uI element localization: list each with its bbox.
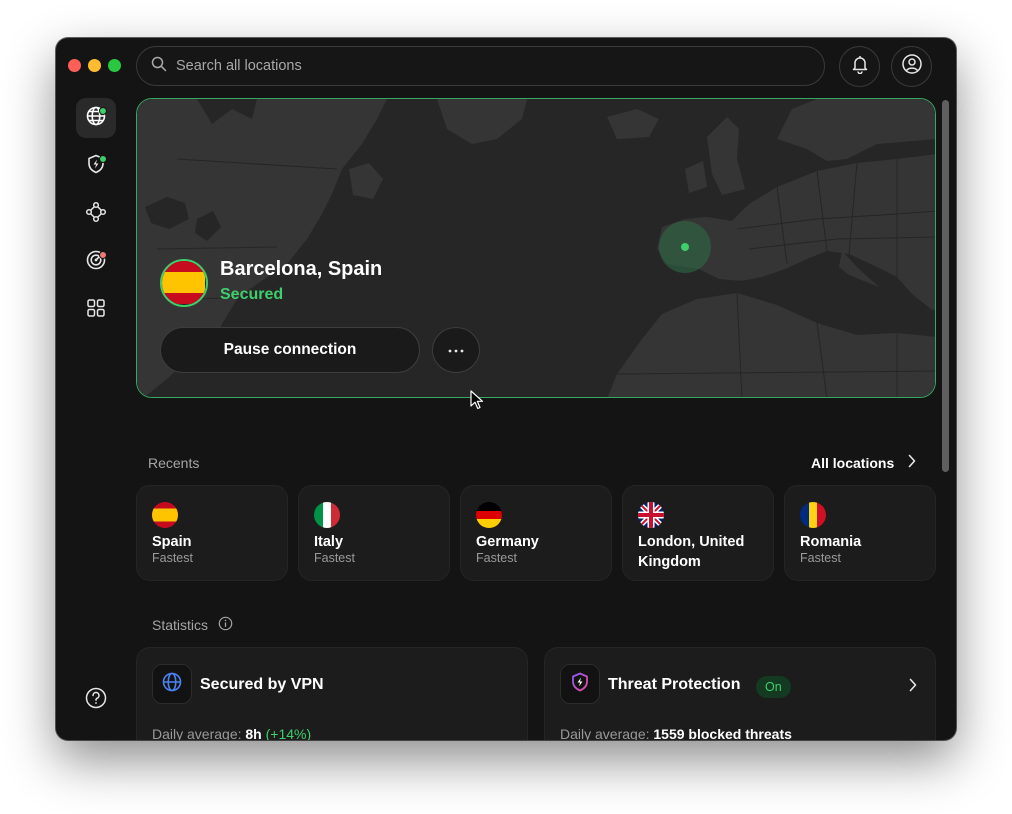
globe-icon [161, 671, 183, 698]
user-circle-icon [901, 53, 923, 80]
recent-location-card[interactable]: Romania Fastest [784, 485, 936, 581]
stat-title: Secured by VPN [200, 676, 324, 693]
recent-location-card[interactable]: London, United Kingdom [622, 485, 774, 581]
all-locations-label: All locations [811, 454, 895, 471]
alert-dot [99, 251, 107, 259]
help-button[interactable] [82, 684, 110, 712]
bell-icon [850, 54, 870, 79]
spain-flag-icon [152, 502, 178, 528]
stat-value: 8h [245, 726, 262, 740]
connected-location: Barcelona, Spain [220, 258, 383, 280]
status-badge: On [756, 676, 791, 698]
current-location-flag [160, 259, 208, 307]
scrollbar-thumb[interactable] [942, 100, 949, 472]
recent-location-sub: Fastest [314, 551, 355, 565]
recents-heading: Recents [148, 455, 200, 471]
recent-location-name: Romania [800, 534, 862, 550]
italy-flag-icon [314, 502, 340, 528]
account-button[interactable] [891, 46, 932, 87]
sidebar-item-vpn[interactable] [76, 98, 116, 138]
connection-card: Barcelona, Spain Secured Pause connectio… [136, 98, 936, 398]
status-dot [99, 107, 107, 115]
recent-location-sub: Fastest [476, 551, 517, 565]
recent-location-sub: Fastest [800, 551, 841, 565]
statistics-header: Statistics [152, 616, 233, 634]
sidebar-item-meshnet[interactable] [76, 194, 116, 234]
mesh-network-icon [85, 201, 107, 228]
recent-location-name: Spain [152, 534, 192, 550]
app-window: Barcelona, Spain Secured Pause connectio… [56, 38, 956, 740]
stat-icon-box [560, 664, 600, 704]
uk-flag-icon [638, 502, 664, 528]
sidebar-item-dark-web-monitor[interactable] [76, 242, 116, 282]
stat-delta: (+14%) [265, 726, 312, 740]
recent-location-card[interactable]: Germany Fastest [460, 485, 612, 581]
search-bar[interactable] [136, 46, 825, 86]
help-icon [82, 687, 110, 716]
stat-title: Threat Protection [608, 676, 741, 693]
stat-icon-box [152, 664, 192, 704]
germany-flag-icon [476, 502, 502, 528]
connection-status: Secured [220, 286, 284, 303]
stat-daily-average: Daily average: 1559 blocked threats [560, 726, 792, 740]
statistics-heading: Statistics [152, 617, 209, 633]
shield-bolt-icon [569, 671, 591, 698]
pause-connection-button[interactable]: Pause connection [160, 327, 420, 373]
minimize-window-button[interactable] [88, 59, 101, 72]
recent-location-card[interactable]: Spain Fastest [136, 485, 288, 581]
recent-location-name: Italy [314, 534, 344, 550]
stat-daily-average: Daily average: 8h (+14%) [152, 726, 311, 740]
stat-prefix: Daily average: [560, 726, 650, 740]
romania-flag-icon [800, 502, 826, 528]
more-options-button[interactable] [432, 327, 480, 373]
mouse-cursor [470, 390, 484, 410]
sidebar-item-threat-protection[interactable] [76, 146, 116, 186]
sidebar-item-apps[interactable] [76, 290, 116, 330]
stat-value: 1559 blocked threats [653, 726, 792, 740]
apps-grid-icon [86, 298, 106, 323]
more-horizontal-icon [447, 341, 465, 359]
vpn-stat-card[interactable]: Secured by VPN Daily average: 8h (+14%) [136, 647, 528, 740]
recent-location-name: London, United Kingdom [638, 534, 745, 570]
info-icon[interactable] [218, 616, 233, 634]
search-input[interactable] [176, 58, 776, 74]
zoom-window-button[interactable] [108, 59, 121, 72]
stat-prefix: Daily average: [152, 726, 242, 740]
recent-location-card[interactable]: Italy Fastest [298, 485, 450, 581]
recent-location-name: Germany [476, 534, 539, 550]
threat-protection-stat-card[interactable]: Threat Protection On Daily average: 1559… [544, 647, 936, 740]
notifications-button[interactable] [839, 46, 880, 87]
all-locations-link[interactable]: All locations [811, 454, 916, 471]
close-window-button[interactable] [68, 59, 81, 72]
chevron-right-icon [908, 454, 916, 471]
status-dot [99, 155, 107, 163]
recent-location-sub: Fastest [152, 551, 193, 565]
search-icon [151, 56, 167, 77]
chevron-right-icon [909, 678, 917, 697]
